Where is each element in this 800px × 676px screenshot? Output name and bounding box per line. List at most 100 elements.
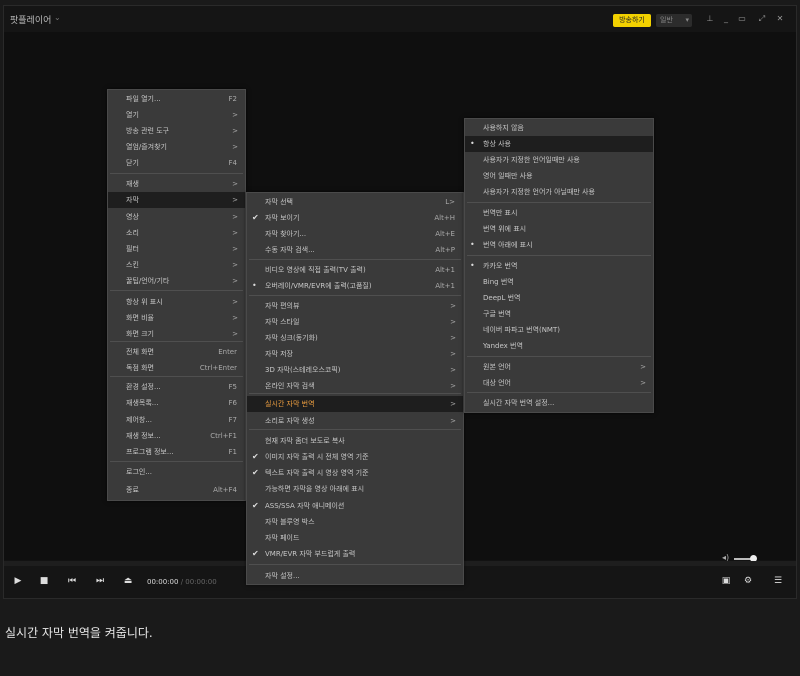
menu-item-영상[interactable]: 영상 >	[108, 209, 245, 225]
menu-item-사용자가-지정한-언어가-아닐때만-사용[interactable]: 사용자가 지정한 언어가 아닐때만 사용	[465, 184, 653, 200]
menu-item-재생목록[interactable]: 재생목록... F6	[108, 395, 245, 411]
menu-item-소리[interactable]: 소리 >	[108, 225, 245, 241]
menu-item-bing-번역[interactable]: Bing 번역	[465, 274, 653, 290]
menu-item-프로그램-정보[interactable]: 프로그램 정보... F1	[108, 444, 245, 460]
menu-item-온라인-자막-검색[interactable]: 온라인 자막 검색 >	[247, 378, 463, 394]
menu-item-자막-페이드[interactable]: 자막 페이드	[247, 530, 463, 546]
menu-item-비디오-영상에-직접-출력-tv-출력[interactable]: 비디오 영상에 직접 출력(TV 출력) Alt+1	[247, 262, 463, 278]
menu-item-실시간-자막-번역-설정[interactable]: 실시간 자막 번역 설정...	[465, 395, 653, 411]
menu-item-deepl-번역[interactable]: DeepL 번역	[465, 290, 653, 306]
pin-icon[interactable]: ⊥	[704, 14, 716, 23]
eject-icon[interactable]: ⏏	[122, 576, 134, 586]
menu-item-대상-언어[interactable]: 대상 언어 >	[465, 375, 653, 391]
stop-icon[interactable]: ■	[38, 576, 50, 586]
menu-item-항상-위-표시[interactable]: 항상 위 표시 >	[108, 294, 245, 310]
menu-item-자막-선택[interactable]: 자막 선택 L>	[247, 194, 463, 210]
menu-item-자막-보이기[interactable]: ✔ 자막 보이기 Alt+H	[247, 210, 463, 226]
menu-item-종료[interactable]: 종료 Alt+F4	[108, 482, 245, 498]
close-icon[interactable]: ✕	[774, 14, 786, 23]
menu-item-label: 자막 편의뷰	[265, 302, 300, 310]
submenu-arrow-icon: >	[450, 350, 456, 358]
menu-item-ass-ssa-자막-애니메이션[interactable]: ✔ ASS/SSA 자막 애니메이션	[247, 498, 463, 514]
next-icon[interactable]: ⏭	[94, 576, 106, 586]
menu-item-자막[interactable]: 자막 >	[108, 192, 245, 208]
menu-item-항상-사용[interactable]: • 항상 사용	[465, 136, 653, 152]
chevron-down-icon[interactable]: ⌄	[54, 13, 61, 22]
menu-item-번역-아래에-표시[interactable]: • 번역 아래에 표시	[465, 237, 653, 253]
menu-item-환경-설정[interactable]: 환경 설정... F5	[108, 379, 245, 395]
menu-item-열기[interactable]: 열기 >	[108, 107, 245, 123]
menu-item-수동-자막-검색[interactable]: 수동 자막 검색... Alt+P	[247, 242, 463, 258]
minimize-icon[interactable]: ▭	[736, 14, 748, 23]
translation-submenu: 사용하지 않음 • 항상 사용 사용자가 지정한 언어일때만 사용 영어 일때만 사용 사…	[464, 118, 654, 413]
menu-item-이미지-자막-출력-시-전체-영역-기준[interactable]: ✔ 이미지 자막 출력 시 전체 영역 기준	[247, 449, 463, 465]
menu-item-자막-편의뷰[interactable]: 자막 편의뷰 >	[247, 298, 463, 314]
menu-item-3d-자막-스테레오스코픽[interactable]: 3D 자막(스테레오스코픽) >	[247, 362, 463, 378]
play-icon[interactable]: ▶	[12, 576, 24, 586]
menu-item-자막-싱크-동기화[interactable]: 자막 싱크(동기화) >	[247, 330, 463, 346]
menu-item-제어창[interactable]: 제어창... F7	[108, 412, 245, 428]
menu-item-label: 영상	[126, 213, 139, 221]
menu-item-방송-관련-도구[interactable]: 방송 관련 도구 >	[108, 123, 245, 139]
menu-item-사용자가-지정한-언어일때만-사용[interactable]: 사용자가 지정한 언어일때만 사용	[465, 152, 653, 168]
menu-item-재생-정보[interactable]: 재생 정보... Ctrl+F1	[108, 428, 245, 444]
menu-item-재생[interactable]: 재생 >	[108, 176, 245, 192]
menu-item-자막-블루영-박스[interactable]: 자막 블루영 박스	[247, 514, 463, 530]
menu-item-자막-찾아기[interactable]: 자막 찾아기... Alt+E	[247, 226, 463, 242]
menu-item-구글-번역[interactable]: 구글 번역	[465, 306, 653, 322]
submenu-arrow-icon: >	[450, 400, 456, 408]
quality-label: 일반	[660, 16, 673, 24]
menu-separator	[110, 173, 243, 174]
menu-item-영어-일때만-사용[interactable]: 영어 일때만 사용	[465, 168, 653, 184]
menu-item-자막-설정[interactable]: 자막 설정...	[247, 568, 463, 584]
submenu-arrow-icon: >	[232, 277, 238, 285]
menu-item-화면-비율[interactable]: 화면 비율 >	[108, 310, 245, 326]
menu-item-자막-저장[interactable]: 자막 저장 >	[247, 346, 463, 362]
menu-item-label: 재생	[126, 180, 139, 188]
menu-item-label: 실시간 자막 번역	[265, 400, 315, 408]
shortcut-label: Enter	[218, 348, 237, 356]
menu-item-스킨[interactable]: 스킨 >	[108, 257, 245, 273]
menu-item-자막-스타일[interactable]: 자막 스타일 >	[247, 314, 463, 330]
menu-item-열엄-즐겨찾기[interactable]: 열엄/즐겨찾기 >	[108, 139, 245, 155]
menu-item-전체-화면[interactable]: 전체 화면 Enter	[108, 344, 245, 360]
menu-item-번역-위에-표시[interactable]: 번역 위에 표시	[465, 221, 653, 237]
menu-item-label: 자막 페이드	[265, 534, 300, 542]
app-title[interactable]: 팟플레이어	[10, 13, 51, 26]
menu-item-오버레이-vmr-evr에-출력-고품질[interactable]: • 오버레이/VMR/EVR에 출력(고품질) Alt+1	[247, 278, 463, 294]
menu-item-사용하지-않음[interactable]: 사용하지 않음	[465, 120, 653, 136]
menu-item-파일-열기[interactable]: 파일 열기... F2	[108, 91, 245, 107]
playlist-menu-icon[interactable]: ☰	[772, 576, 784, 586]
menu-item-화면-크기[interactable]: 화면 크기 >	[108, 326, 245, 342]
menu-item-실시간-자막-번역[interactable]: 실시간 자막 번역 >	[247, 396, 463, 412]
menu-item-label: 온라인 자막 검색	[265, 382, 315, 390]
menu-item-가능하면-자막을-영상-아래에-표시[interactable]: 가능하면 자막을 영상 아래에 표시	[247, 481, 463, 497]
menu-item-번역만-표시[interactable]: 번역만 표시	[465, 205, 653, 221]
menu-item-yandex-번역[interactable]: Yandex 번역	[465, 338, 653, 354]
menu-item-카카오-번역[interactable]: • 카카오 번역	[465, 258, 653, 274]
menu-item-원본-언어[interactable]: 원본 언어 >	[465, 359, 653, 375]
menu-item-label: 방송 관련 도구	[126, 127, 170, 135]
menu-item-독점-화면[interactable]: 독점 화면 Ctrl+Enter	[108, 360, 245, 376]
screen-capture-icon[interactable]: ▣	[720, 576, 732, 586]
shortcut-label: Alt+F4	[213, 486, 237, 494]
menu-item-로그인[interactable]: 로그인...	[108, 464, 245, 480]
submenu-arrow-icon: >	[232, 111, 238, 119]
menu-item-현재-자막-좀더-보도로-복사[interactable]: 현재 자막 좀더 보도로 복사	[247, 433, 463, 449]
fullscreen-icon[interactable]: ⤢	[756, 14, 768, 24]
menu-item-네이버-파파고-번역-nmt[interactable]: 네이버 파파고 번역(NMT)	[465, 322, 653, 338]
quality-select[interactable]: 일반 ▾	[656, 14, 692, 27]
bullet-icon: •	[470, 139, 475, 148]
menu-item-꿀팁-언어-기타[interactable]: 꿀팁/언어/기타 >	[108, 273, 245, 289]
live-broadcast-button[interactable]: 방송하기	[613, 14, 651, 27]
menu-item-vmr-evr-자막-부드럽게-출력[interactable]: ✔ VMR/EVR 자막 부드럽게 출력	[247, 546, 463, 562]
menu-item-label: 수동 자막 검색...	[265, 246, 315, 254]
minimize-mini-icon[interactable]: _	[720, 14, 732, 23]
menu-item-소리로-자막-생성[interactable]: 소리로 자막 생성 >	[247, 413, 463, 429]
previous-icon[interactable]: ⏮	[66, 576, 78, 586]
settings-gear-icon[interactable]: ⚙	[742, 576, 754, 586]
menu-item-닫기[interactable]: 닫기 F4	[108, 155, 245, 171]
menu-item-필터[interactable]: 필터 >	[108, 241, 245, 257]
menu-item-텍스트-자막-출력-시-영상-영역-기준[interactable]: ✔ 텍스트 자막 출력 시 영상 영역 기준	[247, 465, 463, 481]
menu-separator	[110, 461, 243, 462]
